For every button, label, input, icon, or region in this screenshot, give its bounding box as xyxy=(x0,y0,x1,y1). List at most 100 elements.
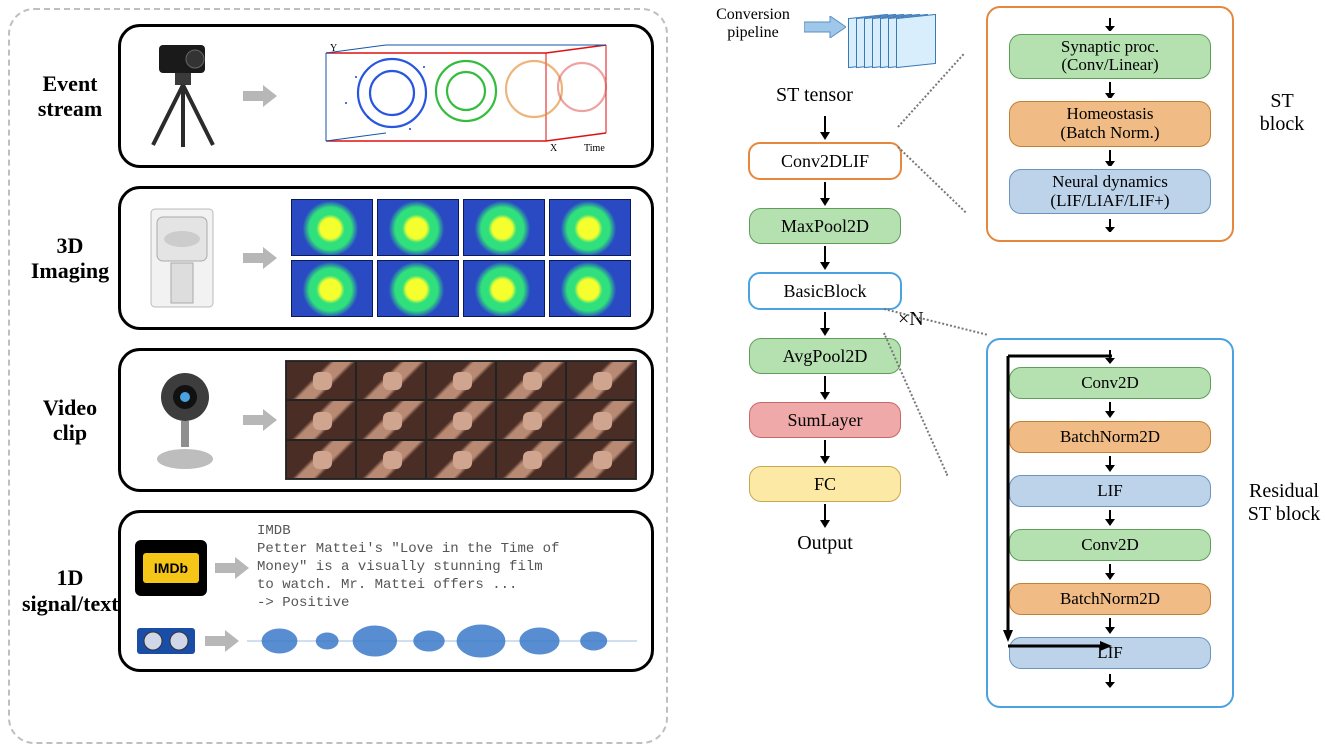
video-frame xyxy=(286,440,356,479)
video-frame xyxy=(426,440,496,479)
node-maxpool2d: MaxPool2D xyxy=(749,208,901,244)
st-syn-line2: (Conv/Linear) xyxy=(1061,56,1158,75)
row-video-clip: Video clip xyxy=(22,348,654,492)
skip-bottom-arrow xyxy=(1008,640,1112,652)
down-arrow-icon xyxy=(1103,674,1117,688)
arrow-right-icon xyxy=(243,85,277,107)
heatmap-cell xyxy=(549,199,631,256)
st-syn-line1: Synaptic proc. xyxy=(1061,38,1159,57)
heatmap-cell xyxy=(291,199,373,256)
arrow-right-icon xyxy=(205,630,239,652)
residual-st-block: Conv2D BatchNorm2D LIF Conv2D BatchNorm2… xyxy=(986,338,1234,708)
card-1d-signal: IMDb IMDB Petter Mattei's "Love in the T… xyxy=(118,510,654,672)
flow-column: Conv2DLIF MaxPool2D BasicBlock AvgPool2D… xyxy=(744,116,906,555)
ct-scanner-icon xyxy=(135,203,235,313)
event-cube-viz: Y X Time xyxy=(285,37,637,155)
st-neu-line2: (LIF/LIAF/LIF+) xyxy=(1050,192,1169,211)
node-basicblock: BasicBlock xyxy=(748,272,902,310)
audio-waveform xyxy=(247,623,637,659)
down-arrow-icon xyxy=(1103,82,1117,98)
down-arrow-icon xyxy=(1103,564,1117,580)
node-avgpool2d: AvgPool2D xyxy=(749,338,901,374)
heatmap-cell xyxy=(463,199,545,256)
res-conv2d-node: Conv2D xyxy=(1009,529,1211,561)
skip-top-line xyxy=(1008,352,1112,360)
heatmap-cell xyxy=(463,260,545,317)
down-arrow-icon xyxy=(1103,510,1117,526)
st-neu-line1: Neural dynamics xyxy=(1052,173,1168,192)
st-synaptic-node: Synaptic proc. (Conv/Linear) xyxy=(1009,34,1211,79)
video-frame xyxy=(286,361,356,400)
st-homeostasis-node: Homeostasis (Batch Norm.) xyxy=(1009,101,1211,146)
down-arrow-icon xyxy=(824,506,826,526)
res-block-side-label: Residual ST block xyxy=(1244,480,1324,526)
st-tensor-label: ST tensor xyxy=(776,84,853,107)
st-neural-dynamics-node: Neural dynamics (LIF/LIAF/LIF+) xyxy=(1009,169,1211,214)
imdb-review-text: IMDB Petter Mattei's "Love in the Time o… xyxy=(257,523,637,613)
down-arrow-icon xyxy=(1103,456,1117,472)
imdb-logo-text: IMDb xyxy=(143,553,199,583)
ultrasonic-sensor-icon xyxy=(135,624,197,658)
output-label: Output xyxy=(797,532,853,555)
down-arrow-icon xyxy=(1103,18,1117,31)
down-arrow-icon xyxy=(824,378,826,398)
card-video-clip xyxy=(118,348,654,492)
st-hom-line2: (Batch Norm.) xyxy=(1060,124,1159,143)
heatmap-cell xyxy=(377,199,459,256)
imdb-logo: IMDb xyxy=(135,540,207,596)
video-frame xyxy=(496,440,566,479)
video-frame xyxy=(496,361,566,400)
left-region: Event stream xyxy=(8,8,668,744)
res-lif-node: LIF xyxy=(1009,475,1211,507)
row-event-stream: Event stream xyxy=(22,24,654,168)
label-event-stream: Event stream xyxy=(22,71,118,122)
down-arrow-icon xyxy=(1103,618,1117,634)
heatmap-cell xyxy=(377,260,459,317)
heatmap-cell xyxy=(291,260,373,317)
res-conv2d-node: Conv2D xyxy=(1009,367,1211,399)
video-frame xyxy=(496,400,566,439)
axis-time-label: Time xyxy=(584,143,605,154)
video-frame xyxy=(426,361,496,400)
tensor-frames-icon xyxy=(848,8,936,72)
down-arrow-icon xyxy=(824,118,826,138)
arrow-right-icon xyxy=(243,409,277,431)
node-conv2dlif: Conv2DLIF xyxy=(748,142,902,180)
row-1d-signal: 1D signal/text IMDb IMDB Petter Mattei's… xyxy=(22,510,654,672)
arrow-right-icon xyxy=(215,557,249,579)
down-arrow-icon xyxy=(1103,150,1117,166)
video-frame xyxy=(566,361,636,400)
residual-skip-arrow xyxy=(1000,352,1014,646)
video-frame xyxy=(566,440,636,479)
down-arrow-icon xyxy=(1103,402,1117,418)
video-frame xyxy=(566,400,636,439)
res-bn2d-node: BatchNorm2D xyxy=(1009,583,1211,615)
video-frame xyxy=(286,400,356,439)
video-frame xyxy=(356,440,426,479)
row-3d-imaging: 3D Imaging xyxy=(22,186,654,330)
label-1d-signal: 1D signal/text xyxy=(22,565,118,616)
node-fc: FC xyxy=(749,466,901,502)
webcam-icon xyxy=(135,365,235,475)
video-frame xyxy=(426,400,496,439)
video-frame-grid xyxy=(285,361,637,479)
st-block: Synaptic proc. (Conv/Linear) Homeostasis… xyxy=(986,6,1234,242)
down-arrow-icon xyxy=(824,442,826,462)
center-pipeline: Conversion pipeline ST tensor Conv2DLIF … xyxy=(690,6,950,746)
camera-tripod-icon xyxy=(135,41,235,151)
card-3d-imaging xyxy=(118,186,654,330)
arrow-right-icon xyxy=(243,247,277,269)
card-event-stream: Y X Time xyxy=(118,24,654,168)
res-bn2d-node: BatchNorm2D xyxy=(1009,421,1211,453)
label-video-clip: Video clip xyxy=(22,395,118,446)
down-arrow-icon xyxy=(824,184,826,204)
down-arrow-icon xyxy=(1103,219,1117,232)
down-arrow-icon xyxy=(824,248,826,268)
label-3d-imaging: 3D Imaging xyxy=(22,233,118,284)
down-arrow-icon xyxy=(824,314,826,334)
conversion-pipeline-label: Conversion pipeline xyxy=(708,6,798,41)
video-frame xyxy=(356,400,426,439)
axis-x-label: X xyxy=(550,143,558,154)
st-block-side-label: ST block xyxy=(1244,90,1320,136)
st-hom-line1: Homeostasis xyxy=(1067,105,1154,124)
